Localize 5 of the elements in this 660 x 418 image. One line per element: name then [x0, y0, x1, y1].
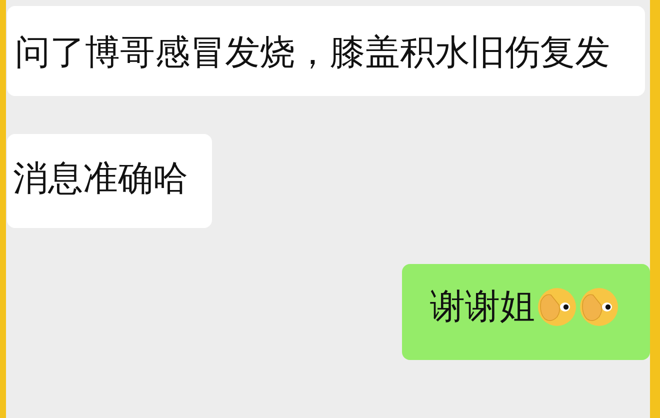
- message-bubble: 消息准确哈: [7, 134, 212, 228]
- message-text: 谢谢姐: [430, 286, 535, 329]
- emoji-icon: [579, 287, 619, 327]
- emoji-icon: [537, 287, 577, 327]
- message-bubble: 问了博哥感冒发烧，膝盖积水旧伤复发: [7, 6, 645, 96]
